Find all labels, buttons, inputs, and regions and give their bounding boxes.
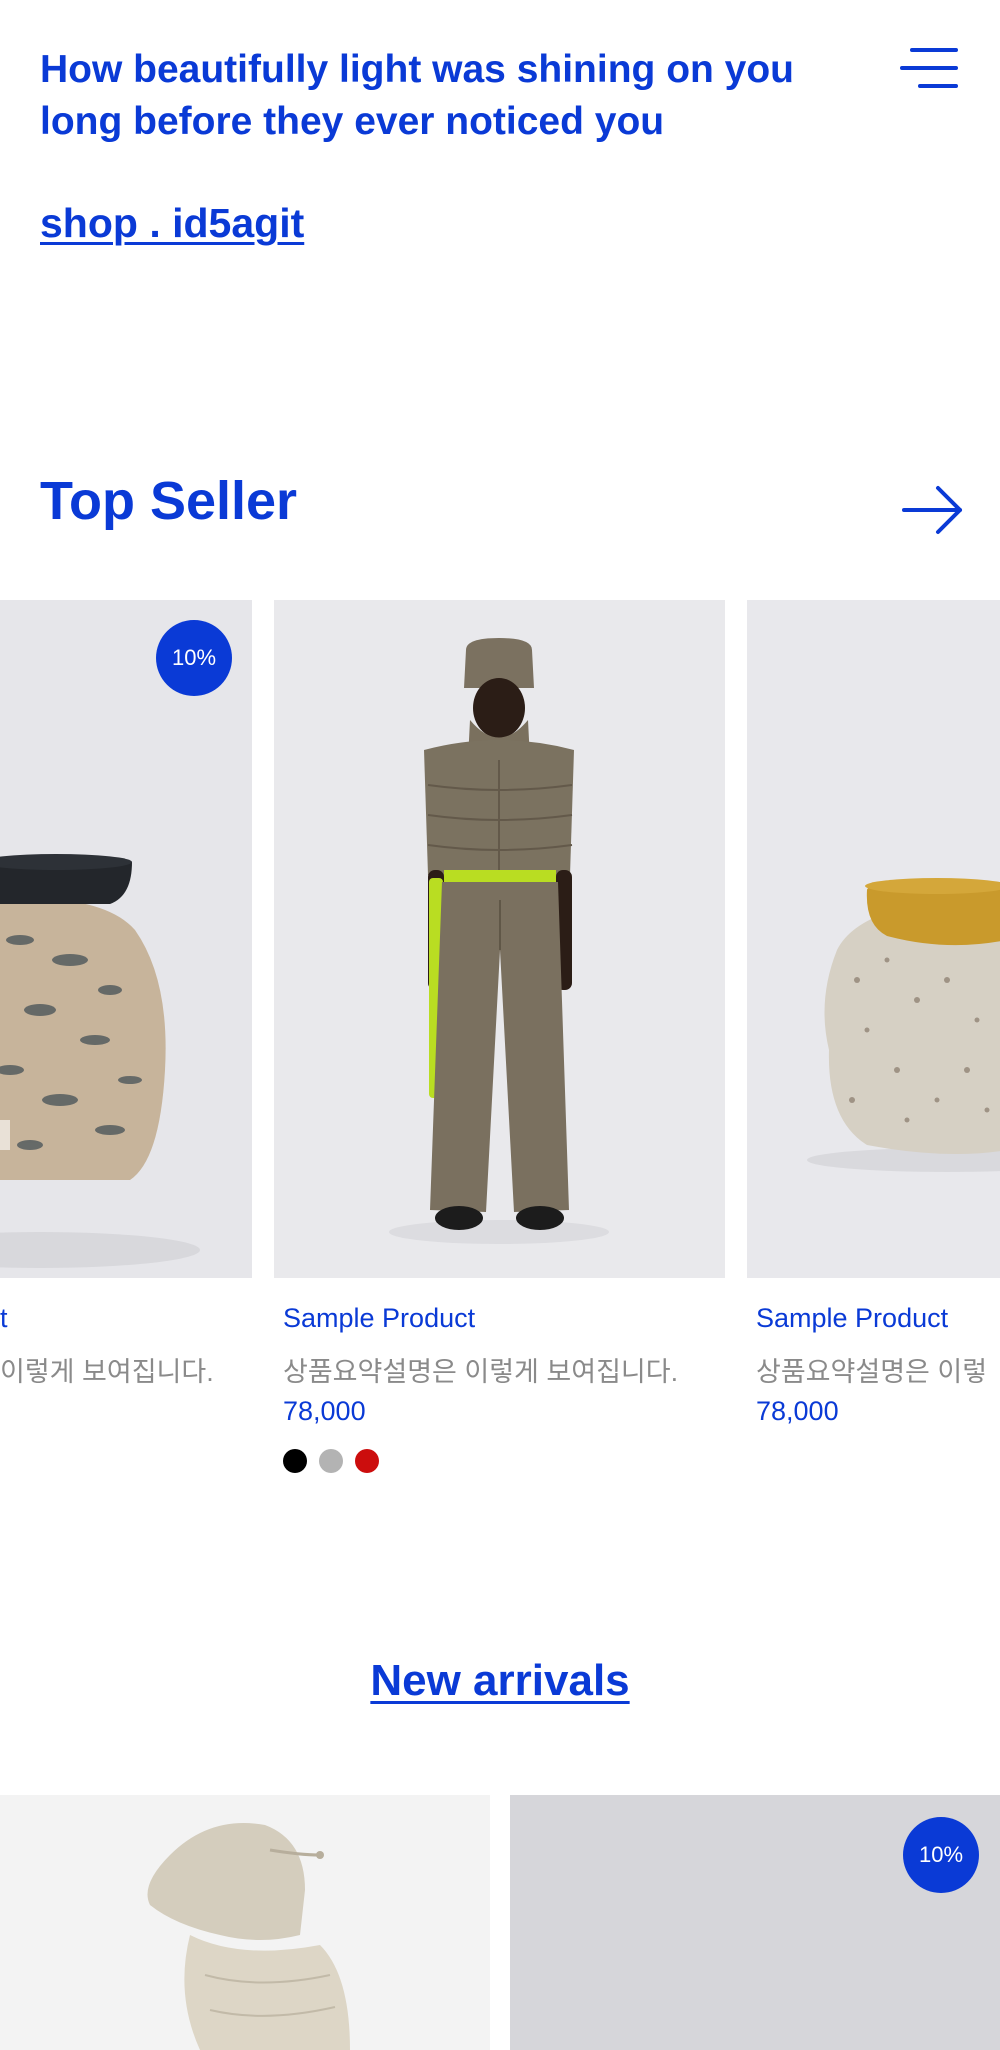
product-image-stool-black[interactable]: 10% [0,600,252,1278]
product-description: 상품요약설명은 이렇게 보여집니다. [283,1357,679,1387]
section-title-top-seller: Top Seller [40,471,298,531]
hamburger-menu-icon[interactable] [900,44,960,94]
arrow-right-icon[interactable] [900,482,966,538]
discount-badge: 10% [156,620,232,696]
new-arrivals-link[interactable]: New arrivals [0,1656,1000,1706]
color-swatch-black[interactable] [283,1449,307,1473]
discount-badge: 10% [903,1817,979,1893]
product-name[interactable]: Sample Product [283,1303,475,1334]
product-description: 이렇게 보여집니다. [0,1357,214,1387]
color-swatch-red[interactable] [355,1449,379,1473]
new-arrival-image-hood[interactable] [0,1795,490,2050]
product-name[interactable]: Sample Product [756,1303,948,1334]
product-description: 상품요약설명은 이렇 [756,1357,988,1387]
hero-tagline: How beautifully light was shining on you… [40,48,795,143]
product-name[interactable]: t [0,1303,8,1334]
product-image-puffer-vest[interactable] [274,600,725,1278]
color-swatch-grey[interactable] [319,1449,343,1473]
shop-link[interactable]: shop . id5agit [40,200,304,247]
product-price: 78,000 [283,1396,366,1426]
new-arrival-image-grey[interactable]: 10% [510,1795,1000,2050]
product-price: 78,000 [756,1396,839,1426]
product-image-stool-mustard[interactable] [747,600,1000,1278]
